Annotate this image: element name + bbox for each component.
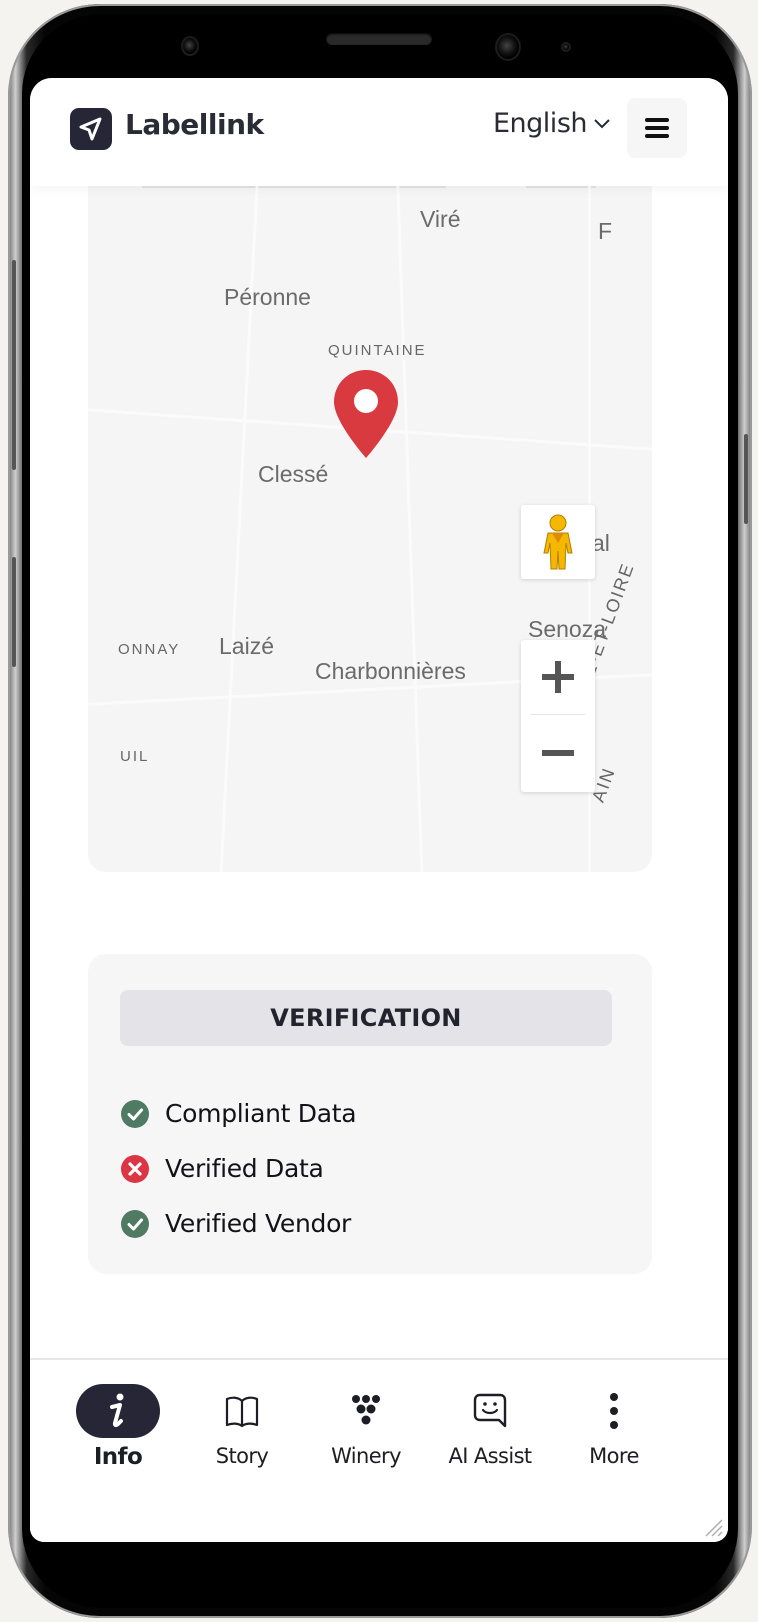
verification-list: Compliant Data Verified Data Verified Ve… (120, 1086, 357, 1251)
book-icon (224, 1384, 260, 1438)
pegman-icon (543, 514, 573, 570)
earpiece-speaker (326, 33, 432, 45)
chevron-down-icon (594, 118, 610, 128)
app-screen: Labellink English Viré F Péronne QUINTAI… (30, 78, 728, 1542)
map-label: ONNAY (118, 641, 181, 658)
map-label: Charbonnières (315, 658, 466, 684)
sensor (561, 42, 571, 52)
bottom-navigation: Info Story Winery AI Assist More (30, 1358, 728, 1542)
chat-smile-icon (472, 1384, 508, 1438)
language-selector[interactable]: English (493, 108, 611, 139)
verification-label: Verified Vendor (165, 1209, 352, 1238)
verification-item: Verified Vendor (120, 1196, 356, 1251)
minus-icon (542, 750, 574, 756)
verification-card: VERIFICATION Compliant Data Verified Dat… (88, 954, 652, 1274)
nav-item-more[interactable]: More (552, 1384, 676, 1494)
zoom-out-button[interactable] (521, 716, 595, 790)
map-view[interactable]: Viré F Péronne QUINTAINE Clessé al Senoz… (88, 168, 652, 872)
hamburger-menu-icon (645, 118, 669, 138)
resize-grip-icon[interactable] (702, 1516, 724, 1538)
map-label: UIL (120, 748, 150, 765)
map-label: F (598, 218, 613, 244)
front-camera (495, 33, 521, 61)
nav-item-winery[interactable]: Winery (304, 1384, 428, 1494)
verification-title: VERIFICATION (120, 990, 612, 1046)
verification-label: Compliant Data (165, 1099, 357, 1128)
language-label: English (493, 108, 588, 139)
app-header: Labellink English (30, 78, 728, 186)
plus-icon (542, 661, 574, 693)
map-label: Viré (420, 206, 461, 232)
nav-label: Story (215, 1444, 269, 1468)
map-label: Péronne (224, 284, 311, 310)
check-circle-icon (121, 1099, 149, 1128)
side-button (12, 557, 16, 667)
divider (531, 714, 585, 715)
info-icon (76, 1384, 160, 1438)
volume-button (12, 260, 16, 470)
sensor (181, 36, 199, 56)
street-view-button[interactable] (521, 505, 595, 579)
verification-item: Compliant Data (120, 1086, 357, 1141)
map-label: Clessé (258, 461, 329, 487)
nav-item-story[interactable]: Story (180, 1384, 304, 1494)
map-label: Laizé (219, 633, 274, 659)
check-circle-icon (121, 1209, 149, 1238)
paper-plane-icon[interactable] (70, 108, 112, 150)
nav-label: AI Assist (448, 1444, 532, 1468)
nav-label: Info (93, 1444, 143, 1470)
grapes-icon (348, 1384, 384, 1438)
map-label: QUINTAINE (328, 342, 427, 359)
hamburger-menu-button[interactable] (627, 98, 687, 158)
nav-item-info[interactable]: Info (56, 1384, 180, 1494)
verification-label: Verified Data (165, 1154, 324, 1183)
power-button (744, 434, 748, 524)
brand-name[interactable]: Labellink (125, 108, 264, 141)
zoom-in-button[interactable] (521, 640, 595, 714)
nav-label: More (589, 1444, 639, 1468)
map-zoom-controls (521, 640, 595, 792)
more-vertical-icon (608, 1384, 620, 1438)
map-road (395, 168, 424, 872)
map-road (219, 168, 260, 872)
verification-item: Verified Data (120, 1141, 356, 1196)
nav-label: Winery (331, 1444, 401, 1468)
map-pin-icon[interactable] (332, 368, 400, 464)
x-circle-icon (121, 1154, 149, 1183)
nav-item-ai-assist[interactable]: AI Assist (428, 1384, 552, 1494)
